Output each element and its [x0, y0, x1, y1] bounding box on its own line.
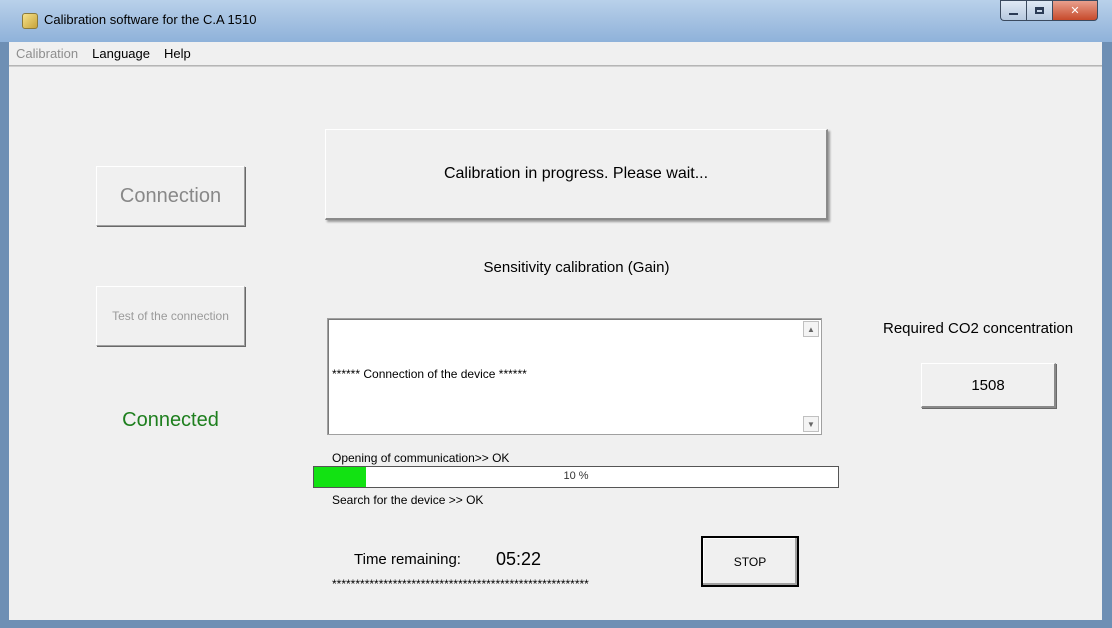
menu-bar: Calibration Language Help — [9, 42, 1102, 66]
log-line: Search for the device >> OK — [332, 493, 484, 507]
menu-help[interactable]: Help — [157, 46, 198, 61]
log-line: ****************************************… — [332, 577, 589, 591]
arrow-up-icon: ▲ — [807, 324, 815, 334]
progress-label: 10 % — [563, 470, 589, 482]
calibration-message-panel: Calibration in progress. Please wait... — [325, 129, 828, 220]
menu-calibration: Calibration — [16, 46, 79, 61]
scroll-up-button[interactable]: ▲ — [803, 321, 819, 337]
stop-button[interactable]: STOP — [701, 536, 799, 587]
time-remaining-label: Time remaining: — [354, 551, 461, 568]
title-bar[interactable]: Calibration software for the C.A 1510 ✕ — [0, 0, 1112, 42]
close-icon: ✕ — [1070, 5, 1080, 17]
progress-bar: 10 % — [313, 466, 839, 488]
menu-language[interactable]: Language — [85, 46, 157, 61]
client-area: Connection Test of the connection Connec… — [9, 66, 1102, 620]
maximize-button[interactable] — [1026, 0, 1052, 21]
scroll-down-button[interactable]: ▼ — [803, 416, 819, 432]
log-scrollbar[interactable]: ▲ ▼ — [802, 321, 819, 432]
arrow-down-icon: ▼ — [807, 419, 815, 429]
minimize-icon — [1009, 12, 1018, 15]
calibration-app-icon — [22, 13, 38, 29]
concentration-value: 1508 — [921, 363, 1056, 408]
required-concentration-label: Required CO2 concentration — [883, 320, 1074, 337]
connection-button[interactable]: Connection — [96, 166, 245, 226]
window-controls: ✕ — [1000, 0, 1098, 22]
window-title: Calibration software for the C.A 1510 — [44, 12, 257, 27]
test-connection-button[interactable]: Test of the connection — [96, 286, 245, 346]
minimize-button[interactable] — [1000, 0, 1026, 21]
log-line: Opening of communication>> OK — [332, 451, 510, 465]
app-window: Calibration software for the C.A 1510 ✕ … — [0, 0, 1112, 628]
section-title: Sensitivity calibration (Gain) — [483, 259, 670, 276]
maximize-icon — [1035, 7, 1044, 14]
connection-status: Connected — [122, 409, 219, 431]
log-textbox[interactable]: ****** Connection of the device ****** O… — [327, 318, 822, 591]
log-line: ****** Connection of the device ****** — [332, 367, 527, 381]
close-button[interactable]: ✕ — [1052, 0, 1098, 21]
time-remaining-value: 05:22 — [496, 549, 542, 569]
